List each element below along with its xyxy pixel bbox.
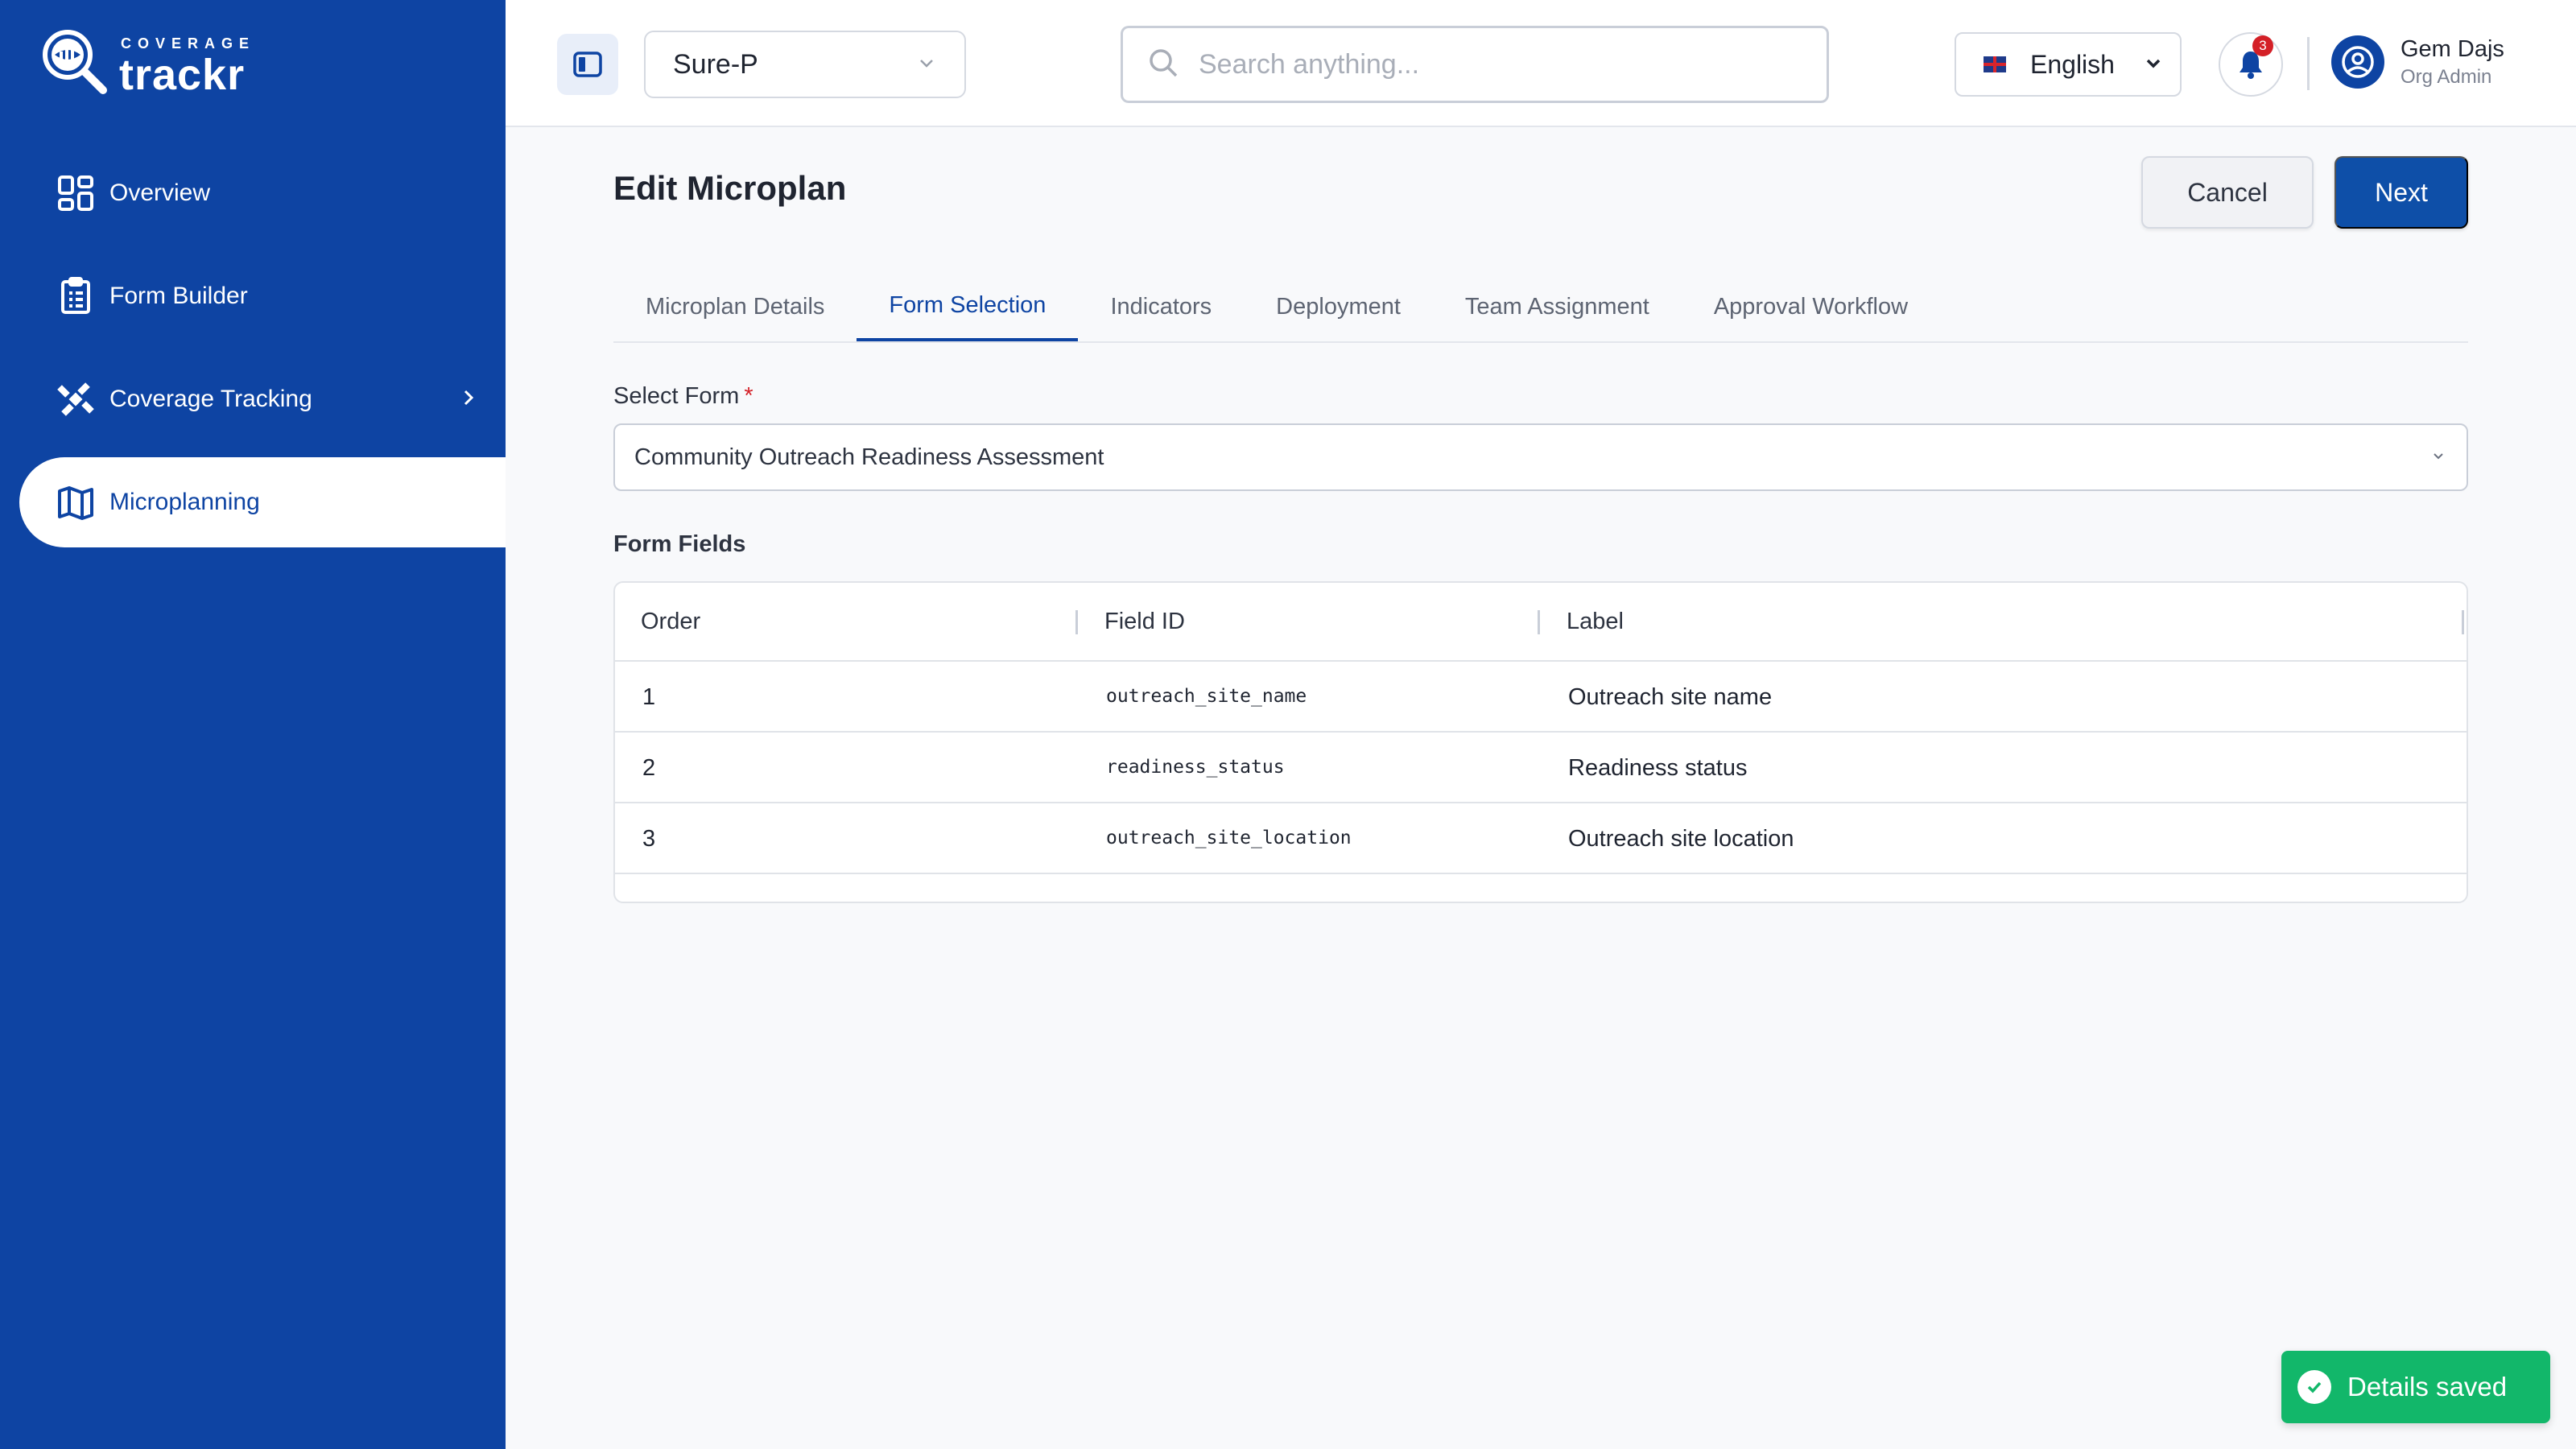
topbar: Sure-P English 3 Gem Dajs Org	[506, 0, 2576, 127]
user-circle-icon	[2342, 46, 2374, 78]
form-select[interactable]: Community Outreach Readiness Assessment	[613, 423, 2468, 491]
chevron-down-icon	[2429, 444, 2447, 471]
brand-name: trackr	[119, 51, 246, 99]
chevron-down-icon	[2143, 50, 2164, 80]
user-name: Gem Dajs	[2401, 35, 2504, 62]
next-button[interactable]: Next	[2334, 156, 2468, 229]
grid-icon	[56, 174, 95, 213]
column-resizer[interactable]	[1075, 610, 1078, 634]
cell-field-id: readiness_status	[1106, 757, 1285, 778]
table-row[interactable]: 2 readiness_status Readiness status	[615, 733, 2467, 803]
check-circle-icon	[2297, 1370, 2331, 1404]
toast-message: Details saved	[2347, 1372, 2508, 1402]
satellite-icon	[56, 380, 95, 419]
form-fields-title: Form Fields	[613, 531, 746, 557]
required-asterisk: *	[744, 383, 753, 409]
cancel-button[interactable]: Cancel	[2141, 156, 2314, 229]
tab-microplan-details[interactable]: Microplan Details	[613, 272, 857, 341]
language-select-value: English	[2030, 49, 2115, 79]
user-role: Org Admin	[2401, 65, 2492, 88]
cell-field-id: outreach_site_location	[1106, 828, 1352, 848]
notifications-button[interactable]: 3	[2219, 32, 2283, 97]
tab-approval-workflow[interactable]: Approval Workflow	[1682, 272, 1940, 341]
uk-flag-icon	[1984, 56, 2006, 72]
column-resizer[interactable]	[1538, 610, 1540, 634]
form-select-value: Community Outreach Readiness Assessment	[634, 444, 1104, 470]
table-header: Order Field ID Label	[615, 583, 2467, 662]
table-row[interactable]: 3 outreach_site_location Outreach site l…	[615, 803, 2467, 874]
tab-indicators[interactable]: Indicators	[1078, 272, 1244, 341]
cell-order: 3	[642, 826, 656, 852]
brand-logo[interactable]: COVERAGE trackr	[40, 27, 249, 99]
table-row[interactable]: 1 outreach_site_name Outreach site name	[615, 662, 2467, 733]
sidebar-item-overview[interactable]: Overview	[0, 148, 506, 238]
magnifier-globe-icon	[40, 27, 111, 98]
search-input[interactable]	[1199, 48, 1810, 80]
form-fields-table: Order Field ID Label 1 outreach_site_nam…	[613, 581, 2468, 903]
tab-deployment[interactable]: Deployment	[1244, 272, 1433, 341]
cell-label: Outreach site name	[1568, 684, 1773, 710]
step-tabs: Microplan Details Form Selection Indicat…	[613, 272, 2468, 343]
column-header-field-id[interactable]: Field ID	[1104, 609, 1185, 635]
select-form-label: Select Form *	[613, 383, 753, 410]
chevron-right-icon	[459, 386, 478, 415]
panel-left-icon	[573, 52, 602, 77]
search-box	[1121, 26, 1829, 103]
sidebar-nav: Overview Form Builder Coverage Tracking …	[0, 148, 506, 560]
select-form-label-text: Select Form	[613, 383, 740, 409]
tab-team-assignment[interactable]: Team Assignment	[1433, 272, 1682, 341]
sidebar-item-form-builder[interactable]: Form Builder	[0, 251, 506, 341]
sidebar: COVERAGE trackr Overview Form Builder Co…	[0, 0, 506, 1449]
sidebar-item-coverage-tracking[interactable]: Coverage Tracking	[0, 354, 506, 444]
avatar	[2331, 35, 2384, 89]
cell-label: Readiness status	[1568, 755, 1748, 781]
project-select-value: Sure-P	[673, 48, 758, 80]
divider	[2307, 37, 2310, 90]
success-toast[interactable]: Details saved	[2281, 1351, 2550, 1423]
cell-order: 1	[642, 684, 656, 710]
sidebar-toggle-button[interactable]	[557, 34, 618, 95]
page-title: Edit Microplan	[613, 169, 847, 207]
clipboard-icon	[56, 277, 95, 316]
cell-order: 2	[642, 755, 656, 781]
sidebar-item-label: Coverage Tracking	[109, 386, 312, 412]
language-select[interactable]: English	[1955, 32, 2182, 97]
sidebar-item-label: Overview	[109, 180, 211, 206]
column-header-order[interactable]: Order	[641, 609, 700, 635]
chevron-down-icon	[916, 49, 937, 80]
project-select[interactable]: Sure-P	[644, 31, 966, 98]
tab-form-selection[interactable]: Form Selection	[857, 272, 1079, 341]
sidebar-item-label: Form Builder	[109, 283, 248, 309]
sidebar-item-label: Microplanning	[109, 489, 260, 515]
cell-label: Outreach site location	[1568, 826, 1794, 852]
column-resizer[interactable]	[2462, 610, 2464, 634]
map-icon	[56, 483, 95, 522]
user-menu[interactable]: Gem Dajs Org Admin	[2331, 35, 2504, 89]
column-header-label[interactable]: Label	[1567, 609, 1624, 635]
notification-count-badge: 3	[2252, 35, 2273, 56]
cell-field-id: outreach_site_name	[1106, 686, 1307, 707]
sidebar-item-microplanning[interactable]: Microplanning	[19, 457, 506, 547]
search-icon	[1147, 47, 1179, 83]
